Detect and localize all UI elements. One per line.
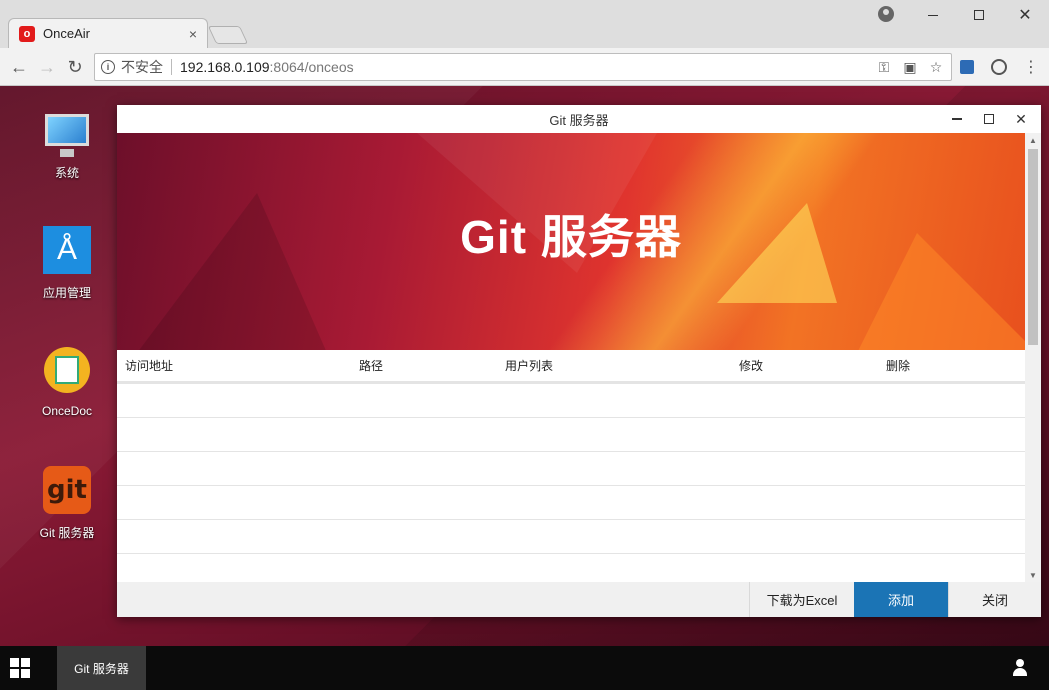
vertical-scrollbar[interactable]: ▲ ▼ <box>1025 133 1041 582</box>
table-row <box>117 384 1025 418</box>
git-server-table: 访问地址 路径 用户列表 修改 删除 <box>117 350 1025 582</box>
browser-maximize-button[interactable] <box>956 2 1002 28</box>
url-path: :8064/onceos <box>269 59 354 75</box>
window-minimize-button[interactable] <box>947 109 967 129</box>
window-titlebar[interactable]: Git 服务器 ✕ <box>117 105 1041 133</box>
taskbar-item-git-server[interactable]: Git 服务器 <box>57 646 146 690</box>
table-row <box>117 520 1025 554</box>
column-header-users[interactable]: 用户列表 <box>497 357 731 374</box>
extension-icon[interactable] <box>990 58 1008 76</box>
window-footer: 下载为Excel 添加 关闭 <box>117 582 1041 617</box>
new-tab-button[interactable] <box>207 26 249 44</box>
column-header-url[interactable]: 访问地址 <box>117 357 351 374</box>
desktop-icon-app-manager[interactable]: Å 应用管理 <box>22 226 112 301</box>
start-menu-icon[interactable] <box>10 658 30 678</box>
menu-icon[interactable]: ⋮ <box>1022 58 1040 76</box>
browser-tabstrip: o OnceAir × ✕ <box>0 0 1049 48</box>
extension-icon[interactable] <box>958 58 976 76</box>
url-host: 192.168.0.109 <box>180 59 270 75</box>
app-store-icon: Å <box>43 226 91 274</box>
forward-arrow-icon[interactable]: → <box>36 56 58 78</box>
document-icon <box>43 346 91 394</box>
desktop-icon-label: OnceDoc <box>41 404 93 418</box>
git-server-window: Git 服务器 ✕ Git 服务器 访问地址 路径 用户列表 修改 删除 ▲ ▼… <box>117 105 1041 617</box>
banner-title: Git 服务器 <box>460 211 682 263</box>
desktop-icon-oncedoc[interactable]: OnceDoc <box>22 346 112 418</box>
monitor-icon <box>43 106 91 157</box>
info-icon[interactable]: i <box>101 60 115 74</box>
table-header: 访问地址 路径 用户列表 修改 删除 <box>117 350 1025 384</box>
browser-minimize-button[interactable] <box>910 2 956 28</box>
user-icon[interactable] <box>1011 659 1029 677</box>
git-icon: git <box>43 466 91 514</box>
star-icon[interactable]: ☆ <box>929 59 943 75</box>
oncair-favicon-icon: o <box>19 25 35 42</box>
download-excel-button[interactable]: 下载为Excel <box>749 582 854 617</box>
table-row <box>117 452 1025 486</box>
browser-close-button[interactable]: ✕ <box>1002 2 1048 28</box>
column-header-path[interactable]: 路径 <box>351 357 497 374</box>
insecure-label: 不安全 <box>121 59 163 75</box>
window-content: Git 服务器 访问地址 路径 用户列表 修改 删除 ▲ ▼ <box>117 133 1041 582</box>
desktop-icon-system[interactable]: 系统 <box>22 106 112 181</box>
add-button[interactable]: 添加 <box>854 582 948 617</box>
column-header-delete[interactable]: 删除 <box>878 357 1025 374</box>
profile-icon[interactable] <box>878 6 894 22</box>
translate-icon[interactable]: ▣ <box>903 59 917 75</box>
scroll-down-icon[interactable]: ▼ <box>1025 568 1041 582</box>
table-row <box>117 418 1025 452</box>
desktop-icon-label: 系统 <box>54 166 79 180</box>
reload-icon[interactable]: ↻ <box>64 56 86 78</box>
scrollbar-thumb[interactable] <box>1028 149 1038 345</box>
browser-toolbar: ← → ↻ i 不安全 192.168.0.109 :8064/onceos ⚿… <box>0 48 1049 86</box>
tab-close-icon[interactable]: × <box>189 26 197 42</box>
key-icon[interactable]: ⚿ <box>877 59 891 75</box>
back-arrow-icon[interactable]: ← <box>8 56 30 78</box>
desktop-icon-label: Git 服务器 <box>39 526 95 540</box>
table-row <box>117 554 1025 582</box>
column-header-edit[interactable]: 修改 <box>731 357 878 374</box>
banner: Git 服务器 <box>117 133 1025 350</box>
window-close-button[interactable]: ✕ <box>1011 109 1031 129</box>
window-title: Git 服务器 <box>549 112 609 128</box>
browser-tab[interactable]: o OnceAir × <box>8 18 208 48</box>
window-maximize-button[interactable] <box>979 109 999 129</box>
address-bar[interactable]: i 不安全 192.168.0.109 :8064/onceos ⚿ ▣ ☆ <box>94 53 952 81</box>
close-button[interactable]: 关闭 <box>948 582 1041 617</box>
desktop-icon-git-server[interactable]: git Git 服务器 <box>22 466 112 541</box>
table-row <box>117 486 1025 520</box>
desktop-icon-label: 应用管理 <box>42 286 91 300</box>
address-separator <box>171 59 172 75</box>
tab-title: OnceAir <box>43 26 90 41</box>
scroll-up-icon[interactable]: ▲ <box>1025 133 1041 147</box>
taskbar: Git 服务器 <box>0 646 1049 690</box>
